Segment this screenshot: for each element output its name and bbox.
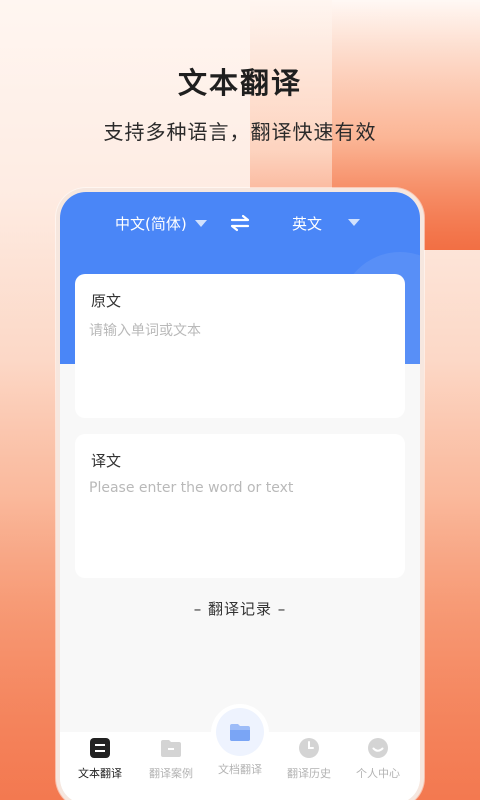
- tab-personal-center[interactable]: 个人中心: [348, 737, 408, 781]
- smiley-icon: [368, 738, 388, 758]
- target-card-title: 译文: [91, 452, 122, 470]
- tab-translation-cases[interactable]: 翻译案例: [141, 737, 201, 781]
- source-language-label: 中文(简体): [115, 215, 187, 233]
- caret-down-icon: [194, 220, 207, 227]
- tab-label: 文档翻译: [218, 763, 262, 776]
- source-language-selector[interactable]: 中文(简体): [115, 213, 207, 234]
- app-screen: 中文(简体) 英文 原文 译文 – 翻译记录 –: [60, 192, 420, 800]
- source-card-title: 原文: [91, 292, 122, 310]
- tab-text-translate[interactable]: 文本翻译: [70, 737, 130, 781]
- phone-frame: 中文(简体) 英文 原文 译文 – 翻译记录 –: [56, 188, 424, 800]
- translation-history-link[interactable]: – 翻译记录 –: [60, 598, 420, 619]
- target-text-output[interactable]: [89, 480, 389, 560]
- swap-arrows-icon[interactable]: [228, 211, 252, 235]
- clock-icon: [299, 738, 319, 758]
- caret-down-icon[interactable]: [348, 219, 360, 226]
- tab-label: 翻译案例: [149, 767, 193, 780]
- promo-title: 文本翻译: [177, 66, 302, 100]
- source-text-card: 原文: [75, 274, 405, 418]
- folder-icon: [161, 740, 181, 757]
- tab-document-translate[interactable]: 文档翻译: [210, 708, 270, 777]
- target-language-selector[interactable]: 英文: [292, 213, 322, 234]
- promo-subtitle: 支持多种语言，翻译快速有效: [103, 120, 377, 144]
- source-text-input[interactable]: [89, 320, 389, 400]
- tab-label: 翻译历史: [287, 767, 331, 780]
- target-text-card: 译文: [75, 434, 405, 578]
- text-translate-icon: [90, 738, 110, 758]
- document-tab-circle: [216, 708, 264, 756]
- tab-translation-history[interactable]: 翻译历史: [279, 737, 339, 781]
- target-language-label: 英文: [292, 215, 323, 233]
- document-folder-icon: [230, 724, 250, 741]
- tab-label: 个人中心: [356, 767, 400, 780]
- language-bar: 中文(简体) 英文: [60, 210, 420, 236]
- tab-label: 文本翻译: [78, 767, 122, 780]
